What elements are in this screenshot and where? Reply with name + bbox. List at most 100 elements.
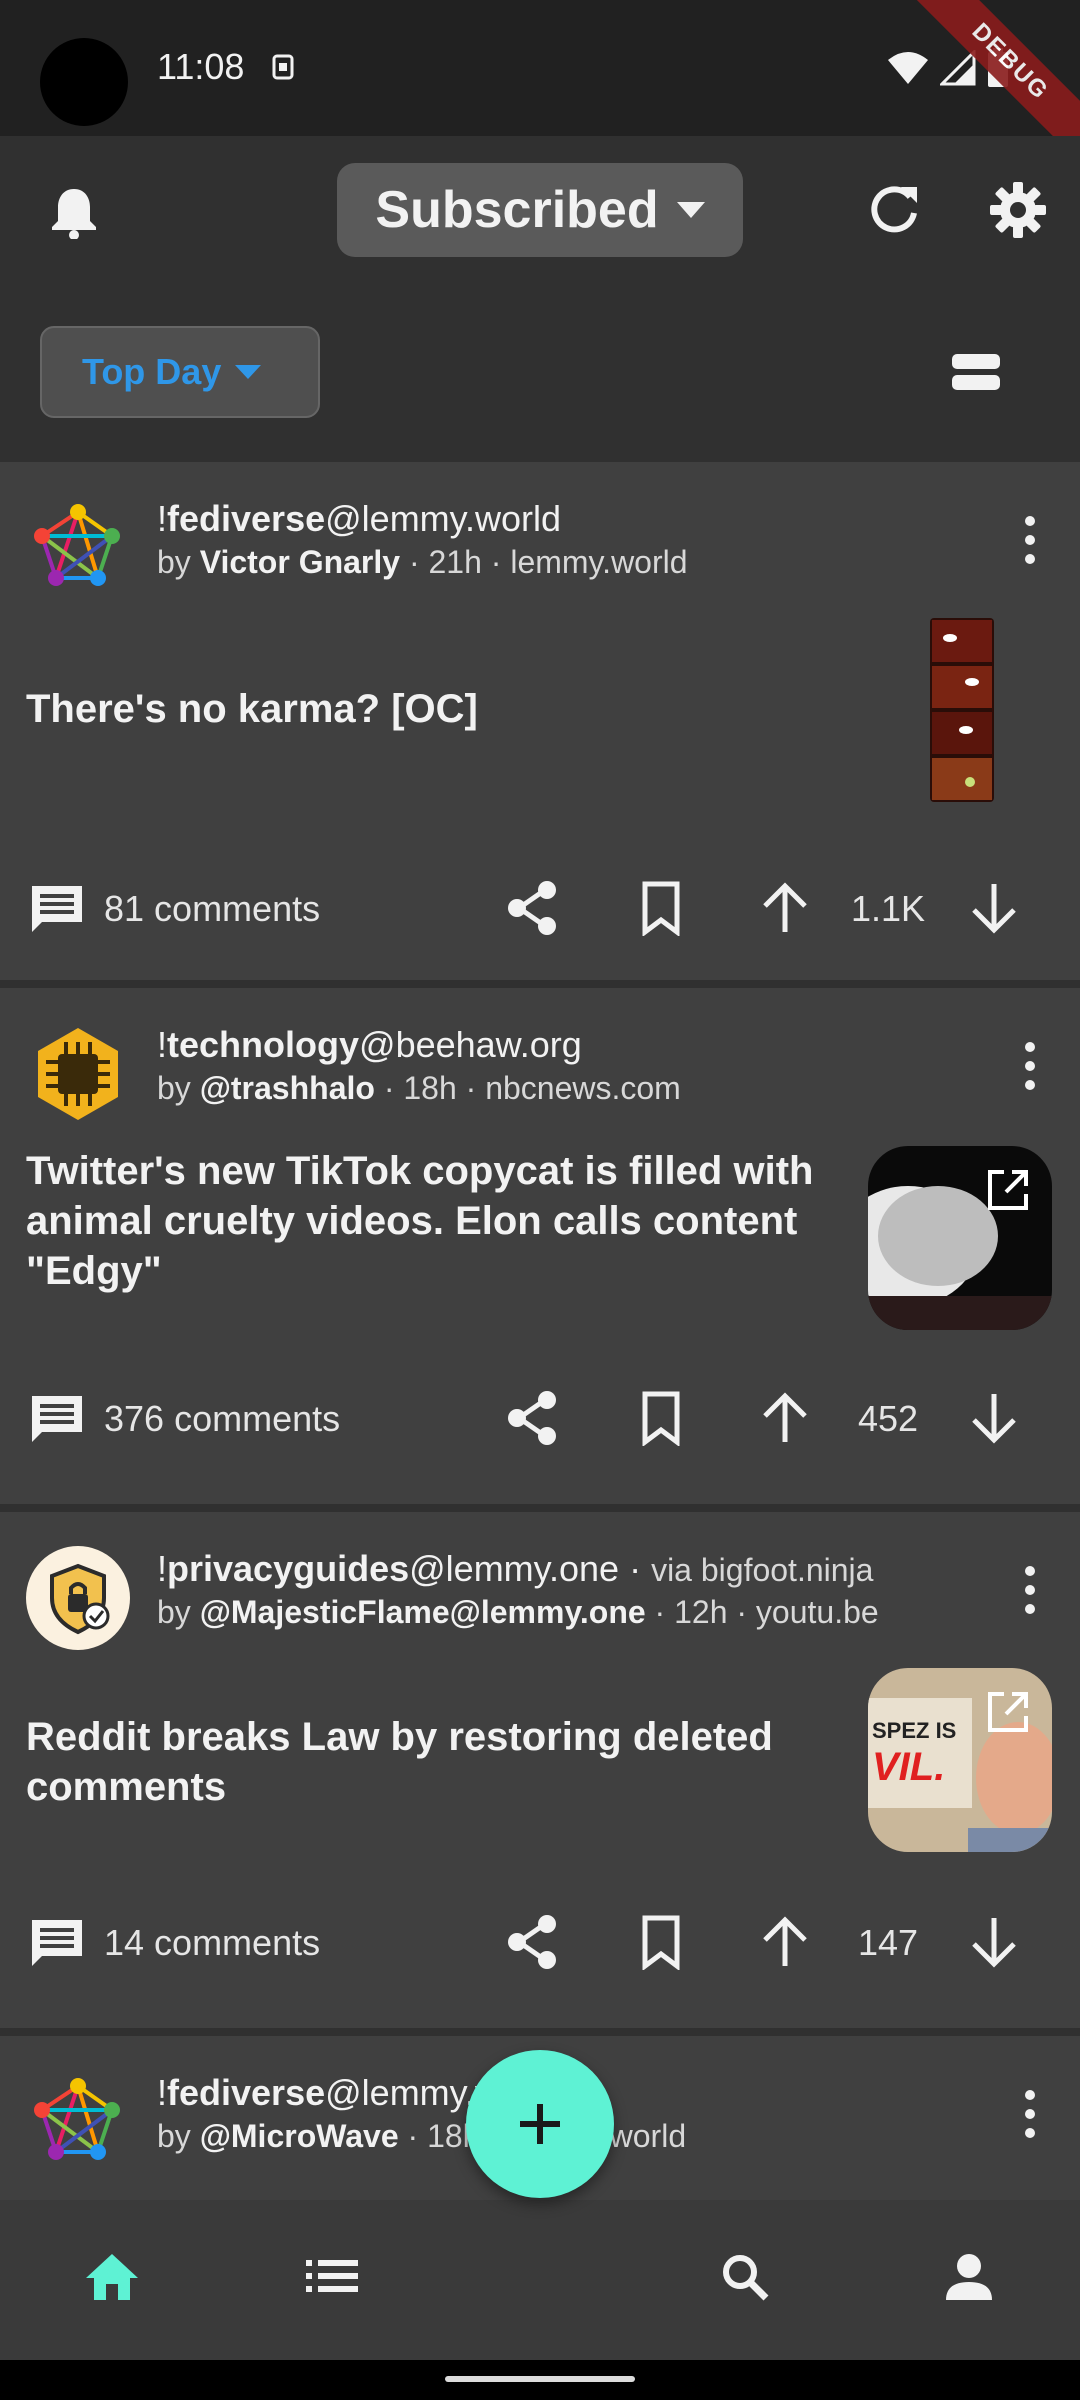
post-header: !fediverse@lemmy.world by Victor Gnarly … xyxy=(0,462,1080,602)
bookmark-icon[interactable] xyxy=(633,1390,689,1446)
thumbnail-text-line-1: SPEZ IS xyxy=(872,1718,956,1743)
post-card[interactable]: !technology@beehaw.org by @trashhalo · 1… xyxy=(0,988,1080,1504)
share-icon[interactable] xyxy=(505,880,561,936)
post-thumbnail[interactable] xyxy=(930,618,994,802)
author[interactable]: @MicroWave xyxy=(200,2118,399,2154)
bottom-navigation xyxy=(0,2200,1080,2360)
community-avatar[interactable] xyxy=(26,1022,130,1126)
author[interactable]: @MajesticFlame@lemmy.one xyxy=(200,1594,646,1630)
fediverse-logo-icon xyxy=(34,504,120,586)
community-avatar[interactable] xyxy=(26,2070,130,2174)
nav-home[interactable] xyxy=(84,2252,140,2307)
feed-label: Subscribed xyxy=(375,181,659,239)
post-header: !technology@beehaw.org by @trashhalo · 1… xyxy=(0,988,1080,1128)
camera-cutout xyxy=(40,38,128,126)
view-toggle-button[interactable] xyxy=(948,350,1004,394)
search-icon xyxy=(723,2255,769,2301)
post-thumbnail[interactable]: SPEZ IS VIL. xyxy=(868,1668,1052,1852)
upvote-icon[interactable] xyxy=(757,1390,813,1446)
author[interactable]: @trashhalo xyxy=(200,1070,375,1106)
share-icon[interactable] xyxy=(505,1390,561,1446)
refresh-icon xyxy=(871,186,917,233)
post-title[interactable]: Reddit breaks Law by restoring deleted c… xyxy=(26,1712,806,1812)
thumbnail-text-line-2: VIL. xyxy=(872,1745,945,1789)
status-bar: 11:08 DEBUG xyxy=(0,0,1080,170)
dropdown-arrow-icon xyxy=(676,202,705,218)
post-meta: by @MajesticFlame@lemmy.one · 12h · yout… xyxy=(157,1594,879,1630)
comment-icon[interactable] xyxy=(28,1392,86,1446)
community-avatar[interactable] xyxy=(26,1546,130,1650)
nav-communities[interactable] xyxy=(306,2256,358,2301)
post-thumbnail[interactable] xyxy=(868,1146,1052,1330)
comment-count[interactable]: 376 comments xyxy=(104,1398,340,1440)
post-title[interactable]: Twitter's new TikTok copycat is filled w… xyxy=(26,1146,836,1296)
via-instance: via bigfoot.ninja xyxy=(651,1552,874,1588)
gesture-bar xyxy=(0,2360,1080,2400)
post-actions: 376 comments 452 xyxy=(0,1368,1080,1468)
post-title[interactable]: There's no karma? [OC] xyxy=(26,684,826,734)
nav-search[interactable] xyxy=(720,2252,770,2307)
feed-selector[interactable]: Subscribed xyxy=(337,163,743,257)
post-meta: by @trashhalo · 18h · nbcnews.com xyxy=(157,1070,681,1106)
downvote-icon[interactable] xyxy=(966,1914,1022,1970)
settings-button[interactable] xyxy=(986,178,1050,242)
comment-icon[interactable] xyxy=(28,1916,86,1970)
community-name[interactable]: !fediverse@lemmy.world xyxy=(157,498,561,540)
post-card[interactable]: !fediverse@lemmy.world by Victor Gnarly … xyxy=(0,462,1080,980)
plus-icon xyxy=(520,2104,560,2144)
sort-label: Top Day xyxy=(82,351,222,392)
post-meta: by Victor Gnarly · 21h · lemmy.world xyxy=(157,544,688,580)
comment-count[interactable]: 14 comments xyxy=(104,1922,320,1964)
create-post-button[interactable] xyxy=(466,2050,614,2198)
post-actions: 81 comments 1.1K xyxy=(0,858,1080,958)
wifi-icon xyxy=(888,52,928,84)
bookmark-icon[interactable] xyxy=(633,880,689,936)
list-icon xyxy=(306,2260,358,2292)
score: 452 xyxy=(857,1398,919,1439)
external-link-icon xyxy=(988,1170,1028,1210)
author[interactable]: Victor Gnarly xyxy=(200,544,400,580)
more-options-button[interactable] xyxy=(1010,2084,1050,2144)
privacy-shield-icon xyxy=(50,1563,110,1635)
sim-icon xyxy=(272,54,294,80)
comment-icon[interactable] xyxy=(28,882,86,936)
more-options-button[interactable] xyxy=(1010,1560,1050,1620)
sort-selector[interactable]: Top Day xyxy=(40,326,320,418)
status-time: 11:08 xyxy=(157,46,245,87)
post-actions: 14 comments 147 xyxy=(0,1892,1080,1992)
comic-thumbnail-image xyxy=(930,618,994,802)
signal-icon xyxy=(940,50,976,86)
bell-icon xyxy=(52,189,96,239)
share-icon[interactable] xyxy=(505,1914,561,1970)
notifications-button[interactable] xyxy=(44,182,104,242)
dropdown-arrow-icon xyxy=(235,365,262,379)
view-compact-icon xyxy=(952,354,1000,390)
community-avatar[interactable] xyxy=(26,496,130,600)
community-name[interactable]: !technology@beehaw.org xyxy=(157,1024,582,1066)
upvote-icon[interactable] xyxy=(757,1914,813,1970)
app-bar: Subscribed xyxy=(0,136,1080,286)
sort-row: Top Day xyxy=(0,286,1080,462)
nav-account[interactable] xyxy=(944,2252,994,2307)
community-name[interactable]: !privacyguides@lemmy.one · via bigfoot.n… xyxy=(157,1548,873,1590)
post-feed: !fediverse@lemmy.world by Victor Gnarly … xyxy=(0,462,1080,2244)
score: 1.1K xyxy=(850,888,926,929)
beehaw-chip-icon xyxy=(38,1028,118,1120)
score: 147 xyxy=(857,1922,919,1963)
gear-icon xyxy=(990,182,1046,238)
refresh-button[interactable] xyxy=(862,178,926,242)
post-card[interactable]: !privacyguides@lemmy.one · via bigfoot.n… xyxy=(0,1512,1080,2028)
more-options-button[interactable] xyxy=(1010,510,1050,570)
post-header: !privacyguides@lemmy.one · via bigfoot.n… xyxy=(0,1512,1080,1652)
downvote-icon[interactable] xyxy=(966,880,1022,936)
external-link-icon xyxy=(988,1692,1028,1732)
home-icon xyxy=(86,2254,138,2300)
account-icon xyxy=(946,2254,992,2300)
fediverse-logo-icon xyxy=(34,2078,120,2160)
upvote-icon[interactable] xyxy=(757,880,813,936)
bookmark-icon[interactable] xyxy=(633,1914,689,1970)
downvote-icon[interactable] xyxy=(966,1390,1022,1446)
home-indicator[interactable] xyxy=(445,2376,635,2382)
comment-count[interactable]: 81 comments xyxy=(104,888,320,930)
more-options-button[interactable] xyxy=(1010,1036,1050,1096)
